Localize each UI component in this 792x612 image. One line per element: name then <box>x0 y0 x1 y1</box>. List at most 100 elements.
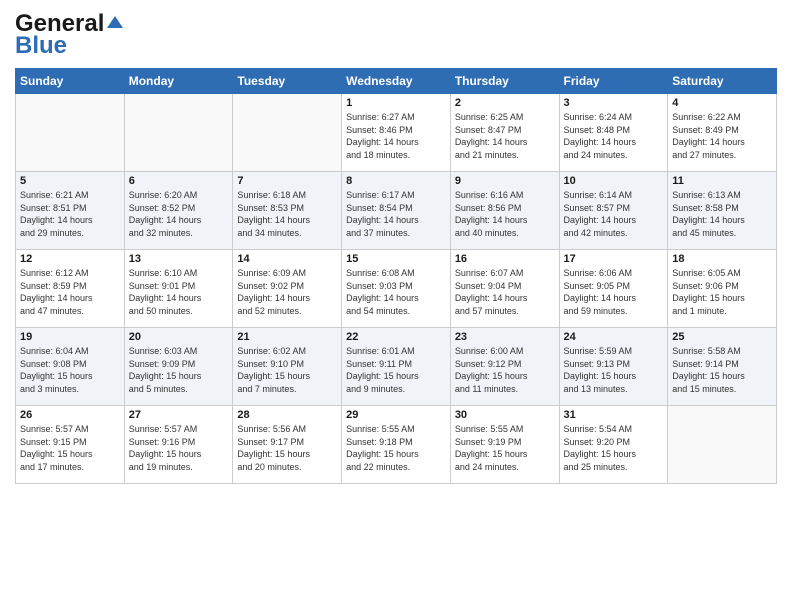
day-number: 29 <box>346 409 446 421</box>
day-info: Sunrise: 6:03 AMSunset: 9:09 PMDaylight:… <box>129 345 229 395</box>
page-header: General Blue <box>15 10 777 60</box>
header-row: SundayMondayTuesdayWednesdayThursdayFrid… <box>16 69 777 94</box>
day-cell-21: 21 Sunrise: 6:02 AMSunset: 9:10 PMDayligh… <box>233 328 342 406</box>
day-number: 10 <box>564 175 664 187</box>
day-number: 19 <box>20 331 120 343</box>
day-cell-15: 15 Sunrise: 6:08 AMSunset: 9:03 PMDayligh… <box>342 250 451 328</box>
logo-blue: Blue <box>15 32 67 60</box>
day-number: 2 <box>455 97 555 109</box>
day-info: Sunrise: 5:54 AMSunset: 9:20 PMDaylight:… <box>564 423 664 473</box>
day-cell-26: 26 Sunrise: 5:57 AMSunset: 9:15 PMDayligh… <box>16 406 125 484</box>
day-cell-5: 5 Sunrise: 6:21 AMSunset: 8:51 PMDaylight… <box>16 172 125 250</box>
week-row-4: 19 Sunrise: 6:04 AMSunset: 9:08 PMDayligh… <box>16 328 777 406</box>
day-number: 12 <box>20 253 120 265</box>
day-number: 8 <box>346 175 446 187</box>
day-info: Sunrise: 6:05 AMSunset: 9:06 PMDaylight:… <box>672 267 772 317</box>
day-info: Sunrise: 6:04 AMSunset: 9:08 PMDaylight:… <box>20 345 120 395</box>
day-cell-10: 10 Sunrise: 6:14 AMSunset: 8:57 PMDayligh… <box>559 172 668 250</box>
day-info: Sunrise: 5:57 AMSunset: 9:16 PMDaylight:… <box>129 423 229 473</box>
day-info: Sunrise: 6:18 AMSunset: 8:53 PMDaylight:… <box>237 189 337 239</box>
day-info: Sunrise: 6:13 AMSunset: 8:58 PMDaylight:… <box>672 189 772 239</box>
day-number: 30 <box>455 409 555 421</box>
day-info: Sunrise: 6:02 AMSunset: 9:10 PMDaylight:… <box>237 345 337 395</box>
logo-icon <box>105 14 125 34</box>
day-number: 21 <box>237 331 337 343</box>
day-info: Sunrise: 6:10 AMSunset: 9:01 PMDaylight:… <box>129 267 229 317</box>
col-header-wednesday: Wednesday <box>342 69 451 94</box>
day-cell-13: 13 Sunrise: 6:10 AMSunset: 9:01 PMDayligh… <box>124 250 233 328</box>
day-info: Sunrise: 6:21 AMSunset: 8:51 PMDaylight:… <box>20 189 120 239</box>
week-row-3: 12 Sunrise: 6:12 AMSunset: 8:59 PMDayligh… <box>16 250 777 328</box>
day-cell-empty-02 <box>233 94 342 172</box>
day-info: Sunrise: 6:09 AMSunset: 9:02 PMDaylight:… <box>237 267 337 317</box>
day-info: Sunrise: 6:22 AMSunset: 8:49 PMDaylight:… <box>672 111 772 161</box>
day-info: Sunrise: 6:06 AMSunset: 9:05 PMDaylight:… <box>564 267 664 317</box>
day-cell-28: 28 Sunrise: 5:56 AMSunset: 9:17 PMDayligh… <box>233 406 342 484</box>
day-number: 23 <box>455 331 555 343</box>
day-info: Sunrise: 6:14 AMSunset: 8:57 PMDaylight:… <box>564 189 664 239</box>
day-number: 28 <box>237 409 337 421</box>
day-cell-16: 16Sunrise: 6:07 AMSunset: 9:04 PMDayligh… <box>450 250 559 328</box>
day-cell-31: 31 Sunrise: 5:54 AMSunset: 9:20 PMDayligh… <box>559 406 668 484</box>
day-cell-27: 27 Sunrise: 5:57 AMSunset: 9:16 PMDayligh… <box>124 406 233 484</box>
day-info: Sunrise: 5:55 AMSunset: 9:18 PMDaylight:… <box>346 423 446 473</box>
day-cell-empty-46 <box>668 406 777 484</box>
day-cell-11: 11 Sunrise: 6:13 AMSunset: 8:58 PMDayligh… <box>668 172 777 250</box>
day-cell-9: 9 Sunrise: 6:16 AMSunset: 8:56 PMDaylight… <box>450 172 559 250</box>
day-number: 1 <box>346 97 446 109</box>
day-number: 11 <box>672 175 772 187</box>
day-cell-12: 12 Sunrise: 6:12 AMSunset: 8:59 PMDayligh… <box>16 250 125 328</box>
day-cell-empty-00 <box>16 94 125 172</box>
day-number: 25 <box>672 331 772 343</box>
day-cell-7: 7 Sunrise: 6:18 AMSunset: 8:53 PMDaylight… <box>233 172 342 250</box>
day-info: Sunrise: 6:24 AMSunset: 8:48 PMDaylight:… <box>564 111 664 161</box>
day-cell-29: 29 Sunrise: 5:55 AMSunset: 9:18 PMDayligh… <box>342 406 451 484</box>
day-cell-25: 25 Sunrise: 5:58 AMSunset: 9:14 PMDayligh… <box>668 328 777 406</box>
day-cell-3: 3 Sunrise: 6:24 AMSunset: 8:48 PMDaylight… <box>559 94 668 172</box>
day-info: Sunrise: 6:16 AMSunset: 8:56 PMDaylight:… <box>455 189 555 239</box>
week-row-2: 5 Sunrise: 6:21 AMSunset: 8:51 PMDaylight… <box>16 172 777 250</box>
day-number: 20 <box>129 331 229 343</box>
day-cell-1: 1 Sunrise: 6:27 AMSunset: 8:46 PMDaylight… <box>342 94 451 172</box>
day-info: Sunrise: 5:56 AMSunset: 9:17 PMDaylight:… <box>237 423 337 473</box>
day-number: 5 <box>20 175 120 187</box>
calendar: SundayMondayTuesdayWednesdayThursdayFrid… <box>15 68 777 484</box>
day-number: 27 <box>129 409 229 421</box>
day-info: Sunrise: 5:55 AMSunset: 9:19 PMDaylight:… <box>455 423 555 473</box>
day-cell-14: 14 Sunrise: 6:09 AMSunset: 9:02 PMDayligh… <box>233 250 342 328</box>
day-number: 13 <box>129 253 229 265</box>
col-header-saturday: Saturday <box>668 69 777 94</box>
day-number: 22 <box>346 331 446 343</box>
day-cell-30: 30 Sunrise: 5:55 AMSunset: 9:19 PMDayligh… <box>450 406 559 484</box>
col-header-thursday: Thursday <box>450 69 559 94</box>
day-number: 16 <box>455 253 555 265</box>
day-info: Sunrise: 6:27 AMSunset: 8:46 PMDaylight:… <box>346 111 446 161</box>
day-info: Sunrise: 6:25 AMSunset: 8:47 PMDaylight:… <box>455 111 555 161</box>
day-number: 18 <box>672 253 772 265</box>
day-info: Sunrise: 6:01 AMSunset: 9:11 PMDaylight:… <box>346 345 446 395</box>
day-cell-24: 24Sunrise: 5:59 AMSunset: 9:13 PMDayligh… <box>559 328 668 406</box>
day-cell-23: 23Sunrise: 6:00 AMSunset: 9:12 PMDayligh… <box>450 328 559 406</box>
day-number: 9 <box>455 175 555 187</box>
day-info: Sunrise: 6:17 AMSunset: 8:54 PMDaylight:… <box>346 189 446 239</box>
day-info: Sunrise: 5:57 AMSunset: 9:15 PMDaylight:… <box>20 423 120 473</box>
day-number: 14 <box>237 253 337 265</box>
col-header-tuesday: Tuesday <box>233 69 342 94</box>
week-row-5: 26 Sunrise: 5:57 AMSunset: 9:15 PMDayligh… <box>16 406 777 484</box>
day-number: 31 <box>564 409 664 421</box>
day-number: 4 <box>672 97 772 109</box>
day-cell-22: 22 Sunrise: 6:01 AMSunset: 9:11 PMDayligh… <box>342 328 451 406</box>
day-info: Sunrise: 6:12 AMSunset: 8:59 PMDaylight:… <box>20 267 120 317</box>
day-cell-4: 4 Sunrise: 6:22 AMSunset: 8:49 PMDaylight… <box>668 94 777 172</box>
day-cell-6: 6Sunrise: 6:20 AMSunset: 8:52 PMDaylight… <box>124 172 233 250</box>
day-number: 26 <box>20 409 120 421</box>
day-cell-2: 2 Sunrise: 6:25 AMSunset: 8:47 PMDaylight… <box>450 94 559 172</box>
day-info: Sunrise: 6:08 AMSunset: 9:03 PMDaylight:… <box>346 267 446 317</box>
day-info: Sunrise: 5:58 AMSunset: 9:14 PMDaylight:… <box>672 345 772 395</box>
week-row-1: 1 Sunrise: 6:27 AMSunset: 8:46 PMDaylight… <box>16 94 777 172</box>
day-number: 7 <box>237 175 337 187</box>
day-number: 3 <box>564 97 664 109</box>
col-header-sunday: Sunday <box>16 69 125 94</box>
day-number: 15 <box>346 253 446 265</box>
col-header-friday: Friday <box>559 69 668 94</box>
